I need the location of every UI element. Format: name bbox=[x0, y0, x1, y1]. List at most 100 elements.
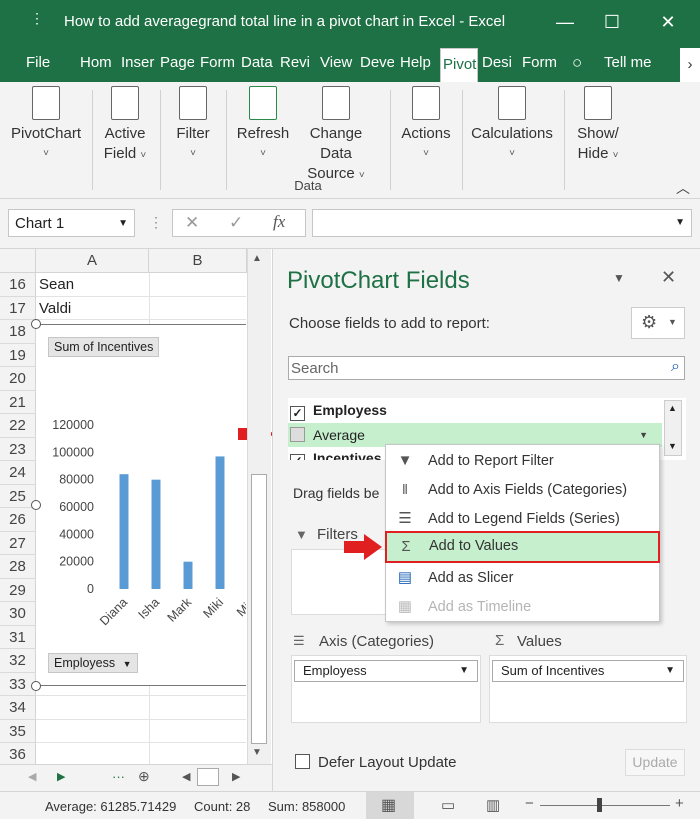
pane-options-icon[interactable]: ▼ bbox=[613, 271, 625, 285]
values-drop-zone[interactable]: Sum of Incentives ▼ bbox=[489, 655, 687, 723]
expand-formula-icon[interactable]: ▼ bbox=[675, 217, 685, 228]
row-header-16[interactable]: 16 bbox=[0, 273, 36, 297]
row-header-29[interactable]: 29 bbox=[0, 578, 36, 602]
field-average[interactable]: Average bbox=[290, 423, 365, 447]
change-data-source-button[interactable]: Change Data Source ˅ bbox=[292, 86, 380, 186]
tab-view[interactable]: View bbox=[320, 44, 354, 82]
pivot-chart[interactable]: Sum of Incentives 120000 100000 80000 60000… bbox=[36, 324, 246, 686]
zoom-in-icon[interactable]: + bbox=[675, 795, 684, 812]
field-list-scrollbar[interactable]: ▲ ▼ bbox=[664, 400, 682, 456]
quick-access-icon[interactable]: ⋮ bbox=[30, 10, 44, 27]
row-header-32[interactable]: 32 bbox=[0, 649, 36, 673]
cell-a16[interactable]: Sean bbox=[36, 273, 246, 297]
bar-mark[interactable] bbox=[183, 561, 193, 589]
checkbox-unchecked-icon[interactable] bbox=[295, 754, 310, 769]
cancel-icon[interactable]: ✕ bbox=[185, 213, 199, 233]
bar-miki[interactable] bbox=[215, 456, 225, 589]
tab-help[interactable]: Help bbox=[400, 44, 434, 82]
tab-insert[interactable]: Inser bbox=[121, 44, 155, 82]
tabs-scroll-right-icon[interactable]: › bbox=[680, 48, 700, 82]
row-header-27[interactable]: 27 bbox=[0, 531, 36, 555]
normal-view-button[interactable]: ▦ bbox=[366, 792, 414, 819]
menu-add-to-legend-fields[interactable]: ☰ Add to Legend Fields (Series) bbox=[386, 504, 659, 534]
row-header-17[interactable]: 17 bbox=[0, 296, 36, 320]
row-header-34[interactable]: 34 bbox=[0, 696, 36, 720]
resize-handle[interactable] bbox=[31, 500, 41, 510]
close-button[interactable]: ✕ bbox=[648, 8, 688, 36]
zoom-slider[interactable] bbox=[540, 805, 670, 806]
column-header-a[interactable]: A bbox=[36, 249, 149, 273]
zoom-slider-thumb[interactable] bbox=[597, 798, 602, 812]
menu-add-to-axis-fields[interactable]: ⦀ Add to Axis Fields (Categories) bbox=[386, 475, 659, 505]
field-incentives[interactable]: ✓ Incentives bbox=[290, 446, 381, 460]
tab-developer[interactable]: Deve bbox=[360, 44, 394, 82]
name-box[interactable]: Chart 1 ▼ bbox=[8, 209, 135, 237]
formula-input[interactable]: ▼ bbox=[312, 209, 692, 237]
more-sheets-icon[interactable]: ··· bbox=[112, 769, 125, 784]
scroll-up-icon[interactable]: ▲ bbox=[252, 253, 262, 264]
row-header-26[interactable]: 26 bbox=[0, 508, 36, 532]
enter-icon[interactable]: ✓ bbox=[229, 213, 243, 233]
vertical-scrollbar[interactable]: ▲ ▼ bbox=[247, 249, 271, 764]
tab-file[interactable]: File bbox=[26, 44, 66, 82]
row-header-22[interactable]: 22 bbox=[0, 414, 36, 438]
menu-add-to-report-filter[interactable]: ▼ Add to Report Filter bbox=[386, 446, 659, 476]
filter-button[interactable]: Filter ˅ bbox=[170, 86, 216, 164]
pivotchart-button[interactable]: PivotChart ˅ bbox=[8, 86, 84, 164]
prev-sheet-icon[interactable]: ◀ bbox=[28, 770, 36, 783]
menu-add-as-slicer[interactable]: ▤ Add as Slicer bbox=[386, 563, 659, 593]
calculations-button[interactable]: Calculations ˅ bbox=[468, 86, 556, 164]
fx-icon[interactable]: fx bbox=[273, 212, 285, 232]
next-sheet-icon[interactable]: ▶ bbox=[57, 770, 65, 783]
resize-handle[interactable] bbox=[31, 681, 41, 691]
scroll-up-icon[interactable]: ▲ bbox=[668, 403, 677, 413]
row-header-20[interactable]: 20 bbox=[0, 367, 36, 391]
scroll-down-icon[interactable]: ▼ bbox=[668, 441, 677, 451]
tab-pivotchart-analyze[interactable]: Pivot bbox=[440, 48, 478, 82]
scroll-thumb[interactable] bbox=[251, 474, 267, 744]
tell-me[interactable]: Tell me bbox=[604, 44, 664, 82]
hscroll-thumb[interactable] bbox=[197, 768, 219, 786]
tab-data[interactable]: Data bbox=[241, 44, 275, 82]
defer-layout-update[interactable]: Defer Layout Update bbox=[295, 754, 456, 771]
minimize-button[interactable]: — bbox=[545, 8, 585, 36]
resize-handle[interactable] bbox=[31, 319, 41, 329]
search-input[interactable]: Search bbox=[291, 360, 339, 377]
bar-diana[interactable] bbox=[119, 474, 129, 589]
refresh-button[interactable]: Refresh ˅ bbox=[236, 86, 290, 164]
tab-formulas[interactable]: Form bbox=[200, 44, 234, 82]
value-field-button[interactable]: Sum of Incentives bbox=[48, 337, 160, 357]
row-header-35[interactable]: 35 bbox=[0, 719, 36, 743]
scroll-right-icon[interactable]: ▶ bbox=[232, 770, 240, 783]
search-icon[interactable]: ⌕ bbox=[671, 358, 680, 376]
checkbox-checked-icon[interactable]: ✓ bbox=[290, 406, 305, 421]
tab-design[interactable]: Desi bbox=[482, 44, 516, 82]
actions-button[interactable]: Actions ˅ bbox=[398, 86, 454, 164]
scroll-left-icon[interactable]: ◀ bbox=[182, 770, 190, 783]
row-header-23[interactable]: 23 bbox=[0, 437, 36, 461]
field-employess[interactable]: ✓ Employess bbox=[290, 398, 387, 422]
close-pane-icon[interactable]: ✕ bbox=[661, 267, 676, 288]
update-button[interactable]: Update bbox=[625, 749, 685, 776]
axis-field-button[interactable]: Employess ▼ bbox=[48, 653, 138, 673]
row-header-36[interactable]: 36 bbox=[0, 743, 36, 767]
values-field-dropdown[interactable]: Sum of Incentives ▼ bbox=[492, 660, 684, 682]
page-layout-icon[interactable]: ▭ bbox=[441, 796, 455, 814]
row-header-21[interactable]: 21 bbox=[0, 390, 36, 414]
cell-a17[interactable]: Valdi bbox=[36, 297, 246, 320]
bar-isha[interactable] bbox=[151, 479, 161, 589]
axis-drop-zone[interactable]: Employess ▼ bbox=[291, 655, 481, 723]
add-sheet-icon[interactable]: ⊕ bbox=[138, 768, 150, 785]
row-header-19[interactable]: 19 bbox=[0, 343, 36, 367]
tab-page-layout[interactable]: Page bbox=[160, 44, 194, 82]
row-header-31[interactable]: 31 bbox=[0, 625, 36, 649]
page-break-icon[interactable]: ▥ bbox=[486, 796, 500, 814]
tools-button[interactable]: ⚙ ▼ bbox=[631, 307, 685, 339]
menu-add-to-values[interactable]: Σ Add to Values bbox=[385, 531, 660, 563]
row-header-30[interactable]: 30 bbox=[0, 602, 36, 626]
select-all-corner[interactable] bbox=[0, 249, 36, 273]
show-hide-button[interactable]: Show/ Hide ˅ bbox=[570, 86, 626, 166]
checkbox-unchecked-icon[interactable] bbox=[290, 427, 305, 442]
restore-button[interactable]: ☐ bbox=[592, 8, 632, 36]
search-box[interactable]: Search ⌕ bbox=[288, 356, 685, 380]
